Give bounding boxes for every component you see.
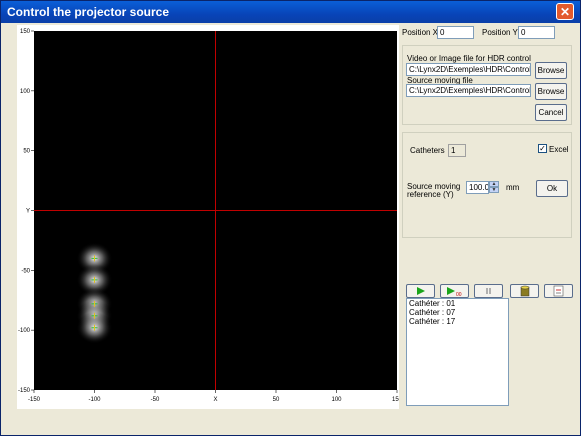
- pause-icon: [486, 288, 491, 294]
- window-title: Control the projector source: [7, 5, 170, 19]
- reference-unit: mm: [506, 183, 520, 192]
- browse-source-button[interactable]: Browse: [535, 83, 567, 100]
- y-tick-label: 100: [20, 89, 31, 95]
- position-x-field[interactable]: 0: [437, 26, 474, 39]
- reference-spinner[interactable]: ▲ ▼: [489, 181, 499, 194]
- y-tick-label: 150: [20, 29, 31, 35]
- ok-button[interactable]: Ok: [536, 180, 568, 197]
- title-bar[interactable]: Control the projector source ✕: [1, 1, 580, 23]
- browse-video-button[interactable]: Browse: [535, 62, 567, 79]
- x-tick-label: 50: [273, 397, 280, 403]
- play-icon: [417, 287, 425, 295]
- position-y-label: Position Y: [482, 28, 518, 37]
- play-button[interactable]: [406, 284, 435, 298]
- x-tick-label: 100: [331, 397, 342, 403]
- export-button[interactable]: [544, 284, 573, 298]
- export-icon: [553, 285, 564, 297]
- pause-button[interactable]: [474, 284, 503, 298]
- x-tick-label: -100: [88, 397, 101, 403]
- y-tick-label: -100: [18, 328, 31, 334]
- catheter-list[interactable]: Cathéter : 01 Cathéter : 07 Cathéter : 1…: [406, 298, 509, 406]
- video-file-field[interactable]: C:\Lynx2D\Exemples\HDR\Controle du C: [406, 63, 531, 76]
- list-item[interactable]: Cathéter : 17: [407, 317, 508, 326]
- play-step-icon: 00: [447, 287, 462, 298]
- position-x-label: Position X: [402, 28, 439, 37]
- x-tick-label: -50: [151, 397, 160, 403]
- y-tick-label: -150: [18, 388, 31, 394]
- list-item[interactable]: Cathéter : 07: [407, 308, 508, 317]
- y-tick-label: -50: [21, 268, 30, 274]
- plot-panel: -150 -100 -50 X 50 100 150 150 100 50 Y -50 -100 -150: [17, 25, 399, 409]
- excel-checkbox[interactable]: ✓: [538, 144, 547, 153]
- step-badge: 00: [456, 292, 462, 297]
- excel-label: Excel: [549, 145, 569, 154]
- x-tick-label: X: [213, 397, 217, 403]
- dialog-window: Control the projector source ✕ -150 -100-…: [0, 0, 581, 436]
- database-icon: [520, 285, 530, 297]
- video-file-label: Video or Image file for HDR control: [407, 54, 531, 63]
- position-y-field[interactable]: 0: [518, 26, 555, 39]
- close-button[interactable]: ✕: [556, 3, 574, 20]
- catheters-count-field: 1: [448, 144, 466, 157]
- x-tick-label: -150: [28, 397, 41, 403]
- spin-down-icon[interactable]: ▼: [489, 187, 499, 193]
- cancel-button[interactable]: Cancel: [535, 104, 567, 121]
- y-tick-label: Y: [26, 209, 30, 215]
- source-file-field[interactable]: C:\Lynx2D\Exemples\HDR\Controle du C: [406, 84, 531, 97]
- position-plot[interactable]: -150 -100 -50 X 50 100 150 150 100 50 Y -50 -100 -150: [17, 25, 399, 409]
- list-item[interactable]: Cathéter : 01: [407, 299, 508, 308]
- catheters-label: Catheters: [410, 146, 445, 155]
- play-step-button[interactable]: 00: [440, 284, 469, 298]
- x-tick-label: 150: [392, 397, 399, 403]
- reference-label-line2: reference (Y): [407, 190, 454, 199]
- reference-value-field[interactable]: 100.0: [466, 181, 489, 194]
- y-tick-label: 50: [23, 149, 30, 155]
- database-button[interactable]: [510, 284, 539, 298]
- check-mark-icon: ✓: [539, 144, 546, 153]
